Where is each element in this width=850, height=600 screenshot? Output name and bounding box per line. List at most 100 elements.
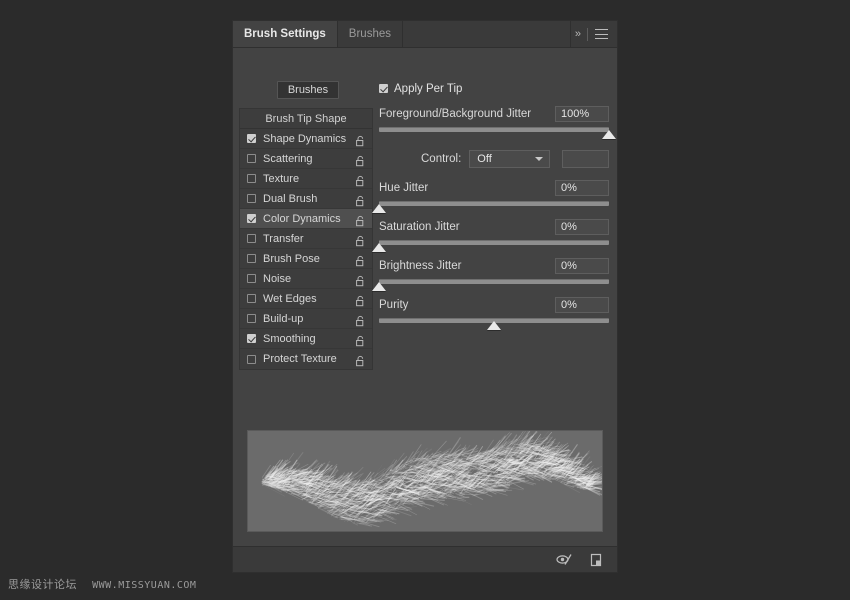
checkbox[interactable] <box>247 294 256 303</box>
lock-icon[interactable] <box>356 233 365 244</box>
lock-icon[interactable] <box>356 213 365 224</box>
slider-thumb[interactable] <box>487 321 501 330</box>
saturation-jitter-block: Saturation Jitter 0% <box>379 218 609 255</box>
lock-icon[interactable] <box>356 253 365 264</box>
sidebar-item-label: Dual Brush <box>263 193 317 205</box>
sidebar-item-build-up[interactable]: Build-up <box>240 309 372 329</box>
toggle-brush-settings-icon[interactable] <box>556 553 573 566</box>
sidebar-item-noise[interactable]: Noise <box>240 269 372 289</box>
foreground-background-jitter-head: Foreground/Background Jitter 100% <box>379 105 609 123</box>
apply-per-tip-checkbox[interactable] <box>379 84 388 93</box>
brush-stroke-preview <box>247 430 603 532</box>
sidebar-item-label: Color Dynamics <box>263 213 341 225</box>
lock-icon[interactable] <box>356 193 365 204</box>
brightness-jitter-slider[interactable] <box>379 278 609 294</box>
brightness-jitter-label: Brightness Jitter <box>379 260 461 272</box>
sidebar-item-protect-texture[interactable]: Protect Texture <box>240 349 372 369</box>
watermark-url: WWW.MISSYUAN.COM <box>92 580 196 591</box>
foreground-background-jitter-slider[interactable] <box>379 126 609 142</box>
slider-thumb[interactable] <box>372 204 386 213</box>
tab-brushes-label: Brushes <box>349 28 391 40</box>
apply-per-tip-row[interactable]: Apply Per Tip <box>379 81 609 96</box>
sidebar-item-transfer[interactable]: Transfer <box>240 229 372 249</box>
lock-icon[interactable] <box>356 173 365 184</box>
chevron-double-right-icon[interactable]: » <box>575 29 580 40</box>
slider-track[interactable] <box>379 127 609 132</box>
checkbox[interactable] <box>247 314 256 323</box>
slider-track[interactable] <box>379 240 609 245</box>
checkbox[interactable] <box>247 154 256 163</box>
sidebar-item-texture[interactable]: Texture <box>240 169 372 189</box>
lock-icon[interactable] <box>356 354 365 365</box>
tab-brush-settings[interactable]: Brush Settings <box>233 21 338 47</box>
sidebar-item-label: Noise <box>263 273 291 285</box>
checkbox[interactable] <box>247 274 256 283</box>
control-row: Control: Off <box>379 149 609 169</box>
brightness-jitter-head: Brightness Jitter 0% <box>379 257 609 275</box>
slider-thumb[interactable] <box>372 282 386 291</box>
sidebar-item-label: Shape Dynamics <box>263 133 346 145</box>
checkbox[interactable] <box>247 254 256 263</box>
lock-icon[interactable] <box>356 333 365 344</box>
checkbox[interactable] <box>247 194 256 203</box>
sidebar-item-color-dynamics[interactable]: Color Dynamics <box>240 209 372 229</box>
sidebar-item-label: Texture <box>263 173 299 185</box>
lock-icon[interactable] <box>356 313 365 324</box>
brightness-jitter-input[interactable]: 0% <box>555 258 609 274</box>
hue-jitter-block: Hue Jitter 0% <box>379 179 609 216</box>
brush-tip-shape-label: Brush Tip Shape <box>265 113 346 125</box>
lock-icon[interactable] <box>356 293 365 304</box>
sidebar-item-label: Protect Texture <box>263 353 337 365</box>
purity-slider[interactable] <box>379 317 609 333</box>
lock-icon[interactable] <box>356 133 365 144</box>
checkbox[interactable] <box>247 234 256 243</box>
lock-icon[interactable] <box>356 273 365 284</box>
hamburger-menu-icon[interactable] <box>595 29 608 39</box>
panel-body: Brushes Brush Tip Shape Shape Dynamics Sc… <box>233 48 617 546</box>
chevron-down-icon <box>535 157 543 161</box>
sidebar-item-label: Transfer <box>263 233 304 245</box>
slider-thumb[interactable] <box>602 130 616 139</box>
slider-track[interactable] <box>379 201 609 206</box>
sidebar-item-smoothing[interactable]: Smoothing <box>240 329 372 349</box>
checkbox[interactable] <box>247 214 256 223</box>
control-extra-input[interactable] <box>562 150 609 168</box>
purity-head: Purity 0% <box>379 296 609 314</box>
toolbar-divider <box>587 28 588 41</box>
slider-thumb[interactable] <box>372 243 386 252</box>
checkbox[interactable] <box>247 355 256 364</box>
brushes-button[interactable]: Brushes <box>277 81 339 99</box>
foreground-background-jitter-input[interactable]: 100% <box>555 106 609 122</box>
purity-input[interactable]: 0% <box>555 297 609 313</box>
saturation-jitter-input[interactable]: 0% <box>555 219 609 235</box>
checkbox[interactable] <box>247 334 256 343</box>
checkbox[interactable] <box>247 174 256 183</box>
purity-label: Purity <box>379 299 408 311</box>
sidebar-item-label: Build-up <box>263 313 303 325</box>
brush-stroke-graphic <box>248 431 602 531</box>
hue-jitter-head: Hue Jitter 0% <box>379 179 609 197</box>
sidebar-item-shape-dynamics[interactable]: Shape Dynamics <box>240 129 372 149</box>
checkbox[interactable] <box>247 134 256 143</box>
brush-options-list: Brush Tip Shape Shape Dynamics Scattering… <box>239 108 373 370</box>
panel-tab-tools: » <box>571 21 617 47</box>
sidebar-item-label: Scattering <box>263 153 313 165</box>
sidebar-item-brush-pose[interactable]: Brush Pose <box>240 249 372 269</box>
sidebar-item-wet-edges[interactable]: Wet Edges <box>240 289 372 309</box>
color-dynamics-controls: Apply Per Tip Foreground/Background Jitt… <box>379 81 609 335</box>
saturation-jitter-label: Saturation Jitter <box>379 221 460 233</box>
sidebar-item-scattering[interactable]: Scattering <box>240 149 372 169</box>
hue-jitter-slider[interactable] <box>379 200 609 216</box>
control-label: Control: <box>421 153 461 165</box>
watermark: 思缘设计论坛 WWW.MISSYUAN.COM <box>8 576 196 592</box>
hue-jitter-input[interactable]: 0% <box>555 180 609 196</box>
sidebar-item-brush-tip-shape[interactable]: Brush Tip Shape <box>240 109 372 129</box>
lock-icon[interactable] <box>356 153 365 164</box>
sidebar-item-dual-brush[interactable]: Dual Brush <box>240 189 372 209</box>
control-select-value: Off <box>477 153 491 165</box>
create-new-brush-icon[interactable] <box>589 553 603 567</box>
control-select[interactable]: Off <box>469 150 550 168</box>
slider-track[interactable] <box>379 279 609 284</box>
tab-brushes[interactable]: Brushes <box>338 21 403 47</box>
saturation-jitter-slider[interactable] <box>379 239 609 255</box>
